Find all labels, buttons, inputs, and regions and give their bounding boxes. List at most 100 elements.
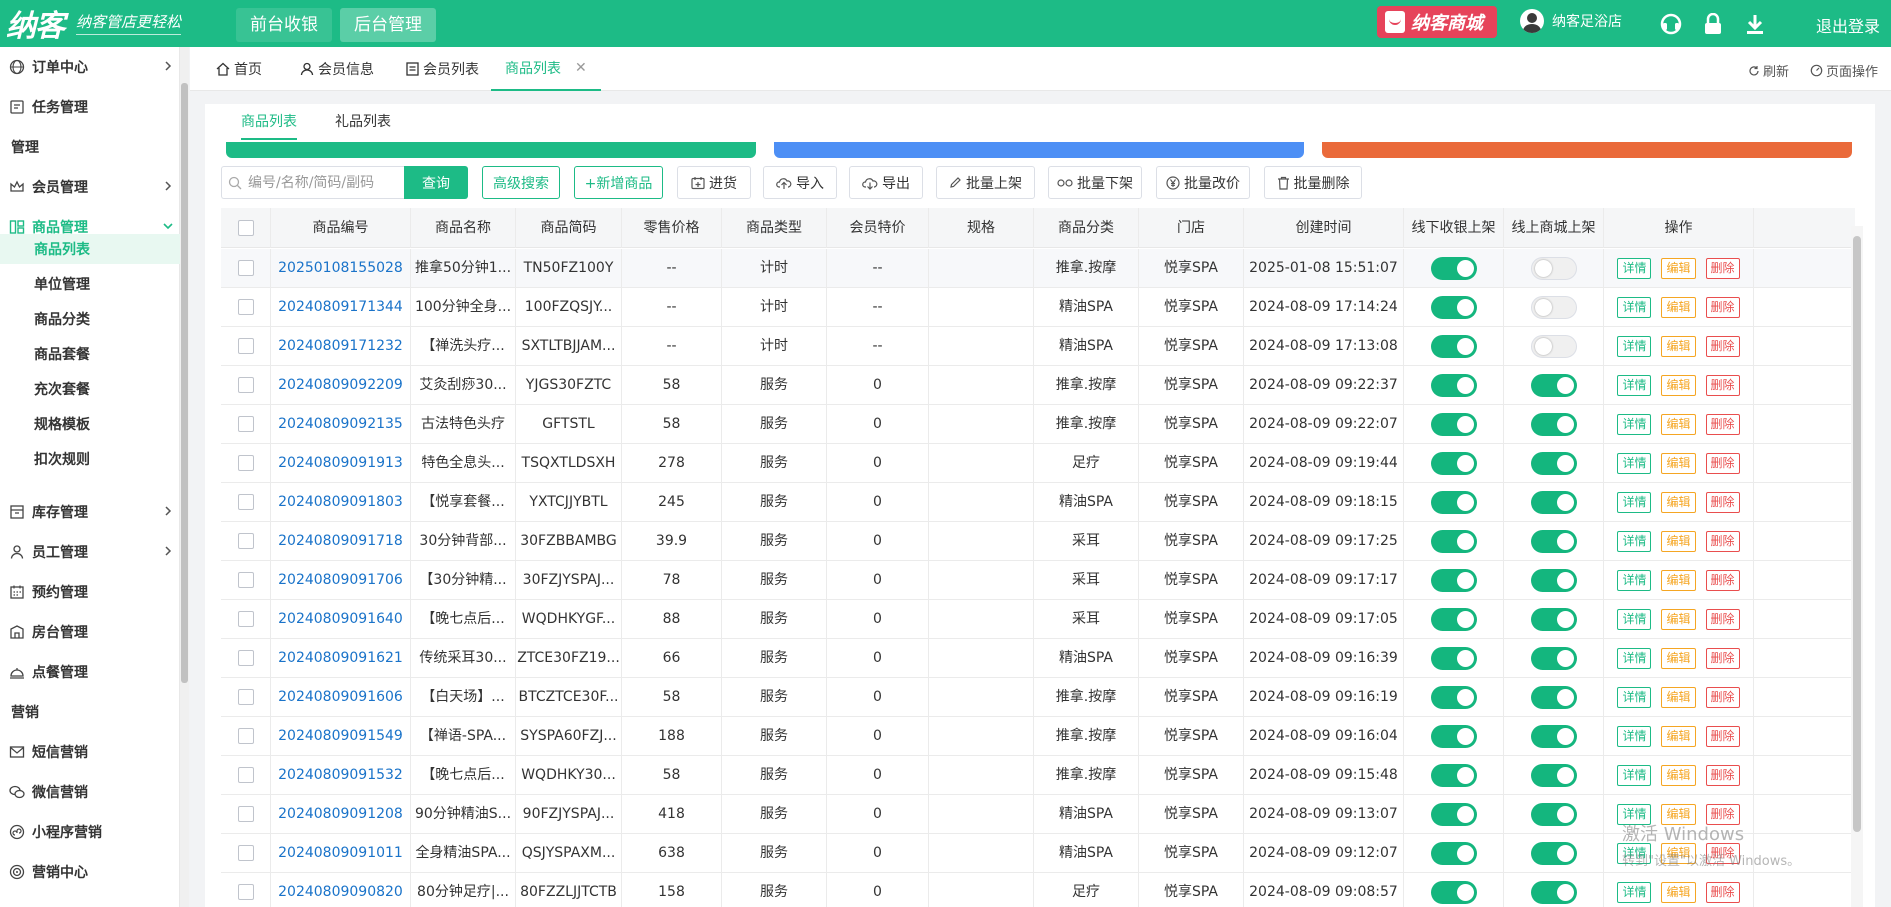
sidebar-item-3[interactable]: 会员管理 (0, 171, 180, 203)
table-row[interactable]: 20240809091532 【晚七点后... WQDHKY30... 58 服务 0 推拿… (221, 756, 1855, 795)
add-product-button[interactable]: +新增商品 (574, 166, 663, 199)
cell-product-code[interactable]: 20240809091718 (271, 522, 411, 561)
edit-button[interactable]: 编辑 (1661, 608, 1696, 630)
table-row[interactable]: 20240809091549 【禅语-SPA... SYSPA60FZJ... 188… (221, 717, 1855, 756)
stat-card-green[interactable] (226, 142, 756, 158)
subtab-product-list[interactable]: 商品列表 (241, 104, 297, 140)
edit-button[interactable]: 编辑 (1661, 296, 1696, 318)
sidebar-item-5[interactable]: 库存管理 (0, 496, 180, 528)
cell-product-code[interactable]: 20240809091011 (271, 834, 411, 873)
headset-icon[interactable] (1658, 11, 1684, 37)
detail-button[interactable]: 详情 (1617, 725, 1652, 747)
edit-button[interactable]: 编辑 (1661, 569, 1696, 591)
edit-button[interactable]: 编辑 (1661, 881, 1696, 903)
table-row[interactable]: 20240809091706 【30分钟精... 30FZJYSPAJ... 78 服务… (221, 561, 1855, 600)
online-listing-toggle[interactable] (1530, 334, 1577, 358)
online-listing-toggle[interactable] (1530, 763, 1577, 787)
sidebar-item-1[interactable]: 任务管理 (0, 91, 180, 123)
row-checkbox[interactable] (237, 806, 254, 822)
table-row[interactable]: 20240809091803 【悦享套餐... YXTCJJYBTL 245 服务 0 精油… (221, 483, 1855, 522)
offline-listing-toggle[interactable] (1430, 256, 1477, 280)
row-checkbox[interactable] (237, 377, 254, 393)
sidebar-item-0[interactable]: 订单中心 (0, 51, 180, 83)
delete-button[interactable]: 删除 (1705, 452, 1740, 474)
cell-product-code[interactable]: 20240809090820 (271, 873, 411, 907)
cell-product-code[interactable]: 20240809171344 (271, 288, 411, 327)
row-checkbox[interactable] (237, 728, 254, 744)
row-checkbox[interactable] (237, 455, 254, 471)
row-checkbox[interactable] (237, 299, 254, 315)
row-checkbox[interactable] (237, 416, 254, 432)
cell-product-code[interactable]: 20240809091621 (271, 639, 411, 678)
detail-button[interactable]: 详情 (1617, 608, 1652, 630)
import-button[interactable]: 导入 (763, 166, 837, 199)
detail-button[interactable]: 详情 (1617, 569, 1652, 591)
search-input[interactable] (248, 174, 398, 191)
sidebar-item-11[interactable]: 短信营销 (0, 736, 180, 768)
cell-product-code[interactable]: 20240809091913 (271, 444, 411, 483)
delete-button[interactable]: 删除 (1705, 647, 1740, 669)
stat-card-orange[interactable] (1322, 142, 1852, 158)
row-checkbox[interactable] (237, 494, 254, 510)
cell-product-code[interactable]: 20240809091208 (271, 795, 411, 834)
edit-button[interactable]: 编辑 (1661, 764, 1696, 786)
sidebar-sub-unit-management[interactable]: 单位管理 (0, 269, 180, 299)
sidebar-item-9[interactable]: 点餐管理 (0, 656, 180, 688)
mall-button[interactable]: 纳客商城 (1377, 6, 1497, 38)
detail-button[interactable]: 详情 (1617, 647, 1652, 669)
delete-button[interactable]: 删除 (1705, 608, 1740, 630)
cell-product-code[interactable]: 20240809091606 (271, 678, 411, 717)
table-row[interactable]: 20240809090820 80分钟足疗|... 80FZZLJJTCTB 158 服… (221, 873, 1855, 907)
delete-button[interactable]: 删除 (1705, 335, 1740, 357)
online-listing-toggle[interactable] (1530, 529, 1577, 553)
table-row[interactable]: 20240809171344 100分钟全身... 100FZQSJY... -- 计时… (221, 288, 1855, 327)
sidebar-sub-recharge-package[interactable]: 充次套餐 (0, 374, 180, 404)
cell-product-code[interactable]: 20240809092209 (271, 366, 411, 405)
row-checkbox[interactable] (237, 338, 254, 354)
sidebar-sub-product-category[interactable]: 商品分类 (0, 304, 180, 334)
offline-listing-toggle[interactable] (1430, 607, 1477, 631)
cell-product-code[interactable]: 20240809091706 (271, 561, 411, 600)
row-checkbox[interactable] (237, 845, 254, 861)
table-row[interactable]: 20240809091606 【白天场】... BTCZTCE30F... 58 服务 0… (221, 678, 1855, 717)
online-listing-toggle[interactable] (1530, 646, 1577, 670)
table-scrollbar-thumb[interactable] (1853, 236, 1861, 832)
download-icon[interactable] (1742, 11, 1768, 37)
offline-listing-toggle[interactable] (1430, 373, 1477, 397)
table-row[interactable]: 20250108155028 推拿50分钟1... TN50FZ100Y -- 计时 --… (221, 249, 1855, 288)
logout-button[interactable]: 退出登录 (1816, 13, 1880, 37)
online-listing-toggle[interactable] (1530, 256, 1577, 280)
sidebar-scrollbar[interactable] (180, 47, 189, 907)
edit-button[interactable]: 编辑 (1661, 374, 1696, 396)
offline-listing-toggle[interactable] (1430, 451, 1477, 475)
offline-listing-toggle[interactable] (1430, 295, 1477, 319)
row-checkbox[interactable] (237, 767, 254, 783)
refresh-button[interactable]: 刷新 (1748, 61, 1789, 80)
header-select[interactable] (221, 208, 271, 248)
delete-button[interactable]: 删除 (1705, 725, 1740, 747)
stock-in-button[interactable]: 进货 (677, 166, 751, 199)
sidebar-item-8[interactable]: 房台管理 (0, 616, 180, 648)
detail-button[interactable]: 详情 (1617, 335, 1652, 357)
tab-home[interactable]: 首页 (216, 47, 262, 91)
cell-product-code[interactable]: 20240809091532 (271, 756, 411, 795)
query-button[interactable]: 查询 (404, 166, 468, 199)
table-scrollbar[interactable] (1851, 226, 1863, 907)
row-checkbox[interactable] (237, 572, 254, 588)
online-listing-toggle[interactable] (1530, 412, 1577, 436)
sidebar-item-13[interactable]: 小程序营销 (0, 816, 180, 848)
sidebar-item-12[interactable]: 微信营销 (0, 776, 180, 808)
cell-product-code[interactable]: 20240809091549 (271, 717, 411, 756)
edit-button[interactable]: 编辑 (1661, 452, 1696, 474)
sidebar-scrollbar-thumb[interactable] (181, 83, 188, 683)
detail-button[interactable]: 详情 (1617, 686, 1652, 708)
edit-button[interactable]: 编辑 (1661, 725, 1696, 747)
batch-price-button[interactable]: 批量改价 (1156, 166, 1250, 199)
online-listing-toggle[interactable] (1530, 802, 1577, 826)
sidebar-item-14[interactable]: 营销中心 (0, 856, 180, 888)
detail-button[interactable]: 详情 (1617, 530, 1652, 552)
table-row[interactable]: 20240809091913 特色全息头... TSQXTLDSXH 278 服务 0 足疗… (221, 444, 1855, 483)
cell-product-code[interactable]: 20240809091803 (271, 483, 411, 522)
row-checkbox[interactable] (237, 611, 254, 627)
nav-back-office[interactable]: 后台管理 (340, 8, 436, 42)
